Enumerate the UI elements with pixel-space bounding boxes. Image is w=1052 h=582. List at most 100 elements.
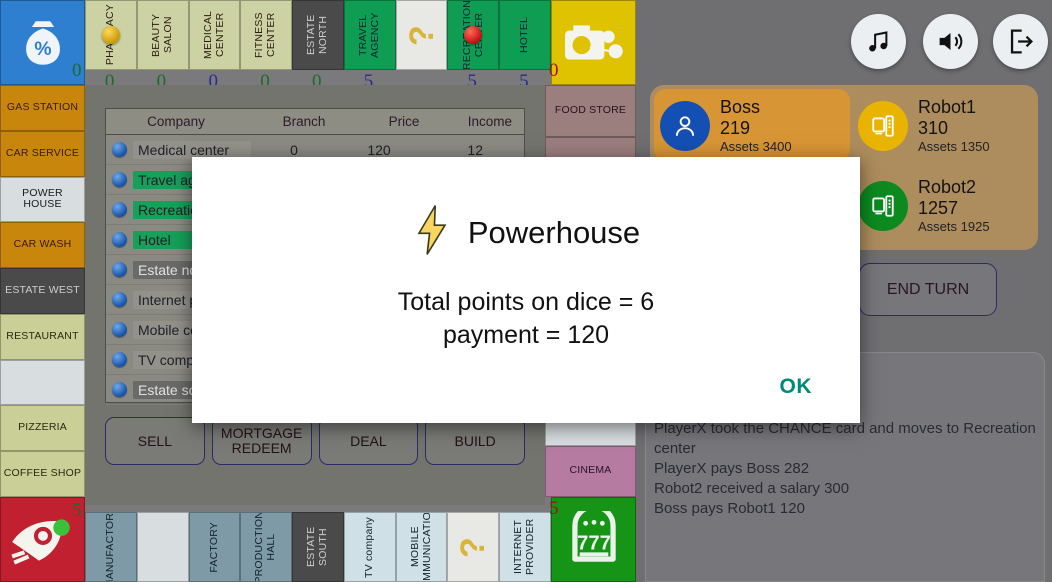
owner-dot-icon <box>112 202 127 217</box>
board-tile-bottom-7-label: ? <box>454 536 493 558</box>
board-tile-top-3[interactable]: FITNESS CENTER <box>240 0 293 70</box>
dialog-line-1: Total points on dice = 6 <box>397 288 655 316</box>
board-tile-bottom-6-label: MOBILE COMMUNICATIONS <box>408 512 433 582</box>
player-card-robot2[interactable]: Robot2 1257 Assets 1925 <box>858 177 990 235</box>
board-tile-bottom-8-label: INTERNET PROVIDER <box>512 518 537 576</box>
avatar <box>660 100 710 151</box>
board-tile-left-2[interactable]: POWER HOUSE <box>0 176 85 223</box>
board-value-corner-tl: 0 <box>72 60 82 81</box>
board-tile-left-3[interactable]: CAR WASH <box>0 222 85 269</box>
speaker-icon[interactable] <box>923 14 978 69</box>
sell-button-label: SELL <box>137 432 172 449</box>
sell-button[interactable]: SELL <box>105 417 205 465</box>
player-assets: Assets 1350 <box>918 139 990 155</box>
board-tile-top-1[interactable]: BEAUTY SALON <box>136 0 189 70</box>
board-tile-top-4[interactable]: ESTATE NORTH <box>292 0 344 70</box>
lightning-bolt-icon <box>412 204 452 261</box>
slot-777-corner[interactable]: 777 <box>551 497 636 582</box>
board-tile-left-6-label <box>42 382 44 384</box>
th-income: Income <box>467 114 512 129</box>
board-tile-bottom-4[interactable]: ESTATE SOUTH <box>292 512 344 582</box>
board-tile-bottom-5[interactable]: TV company <box>343 512 396 582</box>
board-tile-left-5-label: RESTAURANT <box>6 329 79 342</box>
log-line: Robot2 received a salary 300 <box>654 479 850 497</box>
board-tile-top-8-label: HOTEL <box>518 16 531 53</box>
board-tile-bottom-3-label: PRODUCTION HALL <box>253 512 278 582</box>
avatar <box>858 180 908 231</box>
board-tile-left-5[interactable]: RESTAURANT <box>0 313 85 360</box>
board-tile-bottom-2[interactable]: FACTORY <box>188 512 241 582</box>
board-value-corner-bl: 5 <box>72 500 82 521</box>
board-tile-left-1[interactable]: CAR SERVICE <box>0 130 85 177</box>
board-tile-bottom-1[interactable] <box>136 512 189 582</box>
board-tile-top-2[interactable]: MEDICAL CENTER <box>188 0 241 70</box>
dialog-title: Powerhouse <box>467 214 641 250</box>
music-note-icon[interactable] <box>851 14 906 69</box>
th-price: Price <box>388 114 420 129</box>
player-assets: Assets 3400 <box>720 139 792 155</box>
owner-dot-icon <box>112 322 127 337</box>
build-button-label: BUILD <box>454 432 496 449</box>
build-button[interactable]: BUILD <box>425 417 525 465</box>
board-tile-bottom-6[interactable]: MOBILE COMMUNICATIONS <box>395 512 448 582</box>
board-tile-left-4[interactable]: ESTATE WEST <box>0 268 85 314</box>
board-tile-top-6[interactable]: ? <box>395 0 448 70</box>
slot-machine-icon: 777 <box>571 510 616 562</box>
board-tile-left-0-label: GAS STATION <box>6 101 79 113</box>
th-branch: Branch <box>282 114 326 129</box>
board-tile-left-6[interactable] <box>0 359 85 406</box>
svg-text:%: % <box>34 39 51 60</box>
exit-icon[interactable] <box>993 14 1048 69</box>
ok-button[interactable]: OK <box>780 375 813 399</box>
board-tile-left-0[interactable]: GAS STATION <box>0 85 85 131</box>
player-card-boss[interactable]: Boss 219 Assets 3400 <box>660 97 792 155</box>
dialog-line-2: payment = 120 <box>442 321 610 349</box>
mortgage-redeem-button[interactable]: MORTGAGE REDEEM <box>211 417 312 465</box>
player-card-robot1[interactable]: Robot1 310 Assets 1350 <box>858 97 990 155</box>
owner-dot-icon <box>112 382 127 397</box>
board-tile-left-3-label: CAR WASH <box>13 238 72 251</box>
board-tile-left-2-label: POWER HOUSE <box>22 186 63 211</box>
board-tile-right-0[interactable]: FOOD STORE <box>545 85 636 137</box>
board-tile-top-4-label: ESTATE NORTH <box>305 14 329 56</box>
board-tile-top-2-label: MEDICAL CENTER <box>201 10 226 60</box>
board-tile-left-1-label: CAR SERVICE <box>5 146 80 159</box>
owner-dot-icon <box>112 262 127 277</box>
th-company: Company <box>147 114 205 129</box>
owner-dot-icon <box>112 292 127 307</box>
board-tile-top-3-label: FITNESS CENTER <box>253 12 278 58</box>
board-tile-bottom-3[interactable]: PRODUCTION HALL <box>240 512 293 582</box>
end-turn-button[interactable]: END TURN <box>859 263 997 316</box>
cell-branch: 0 <box>290 141 298 158</box>
deal-button[interactable]: DEAL <box>318 417 419 465</box>
board-tile-left-8[interactable]: COFFEE SHOP <box>0 451 85 497</box>
owner-dot-icon <box>112 172 127 187</box>
board-tile-bottom-8[interactable]: INTERNET PROVIDER <box>499 512 551 582</box>
board-tile-bottom-2-label: FACTORY <box>207 521 220 573</box>
cell-price: 120 <box>367 141 391 158</box>
avatar <box>858 100 908 151</box>
board-tile-bottom-0-label: MANUFACTORY <box>104 512 116 582</box>
log-line: PlayerX took the CHANCE card and moves t… <box>654 419 1036 457</box>
player-name: Robot2 <box>918 177 977 197</box>
board-value-corner-tr: 0 <box>549 60 559 81</box>
board-tile-left-7-label: PIZZERIA <box>18 421 67 434</box>
board-tile-bottom-7[interactable]: ? <box>447 512 500 582</box>
end-turn-label: END TURN <box>886 280 970 298</box>
powerhouse-dialog[interactable]: Powerhouse Total points on dice = 6 paym… <box>192 157 860 423</box>
camera-corner[interactable] <box>551 0 636 85</box>
owner-dot-icon <box>112 142 127 157</box>
board-tile-top-5[interactable]: TRAVEL AGENCY <box>343 0 396 70</box>
board-tile-top-1-label: BEAUTY SALON <box>149 13 174 57</box>
player-name: Robot1 <box>918 97 977 117</box>
board-tile-top-6-label: ? <box>402 24 441 46</box>
board-tile-left-7[interactable]: PIZZERIA <box>0 405 85 452</box>
dialog-body: Total points on dice = 6 payment = 120 <box>192 286 860 352</box>
player-token-yellow <box>101 26 120 44</box>
cell-company: Medical center <box>133 140 251 159</box>
board-tile-bottom-0[interactable]: MANUFACTORY <box>85 512 137 582</box>
board-tile-right-7[interactable]: CINEMA <box>545 445 636 497</box>
board-tile-top-5-label: TRAVEL AGENCY <box>357 12 381 58</box>
deal-button-label: DEAL <box>350 432 387 449</box>
board-tile-top-8[interactable]: HOTEL <box>499 0 551 70</box>
